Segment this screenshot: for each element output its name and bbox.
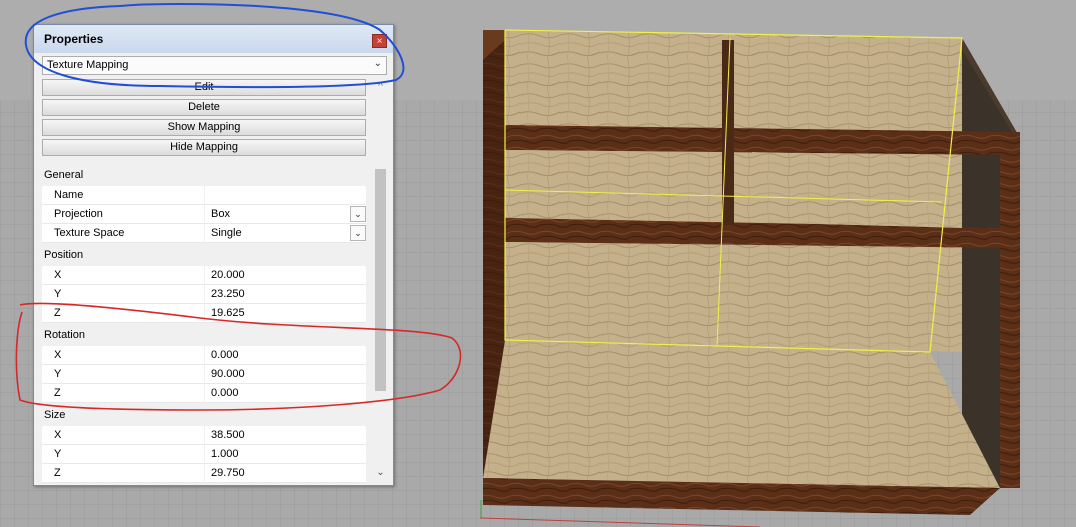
edit-button[interactable]: Edit: [42, 79, 366, 96]
property-label: Texture Space: [42, 224, 204, 243]
compartment-left: [505, 150, 722, 218]
property-label: Y: [42, 445, 204, 464]
property-label: Z: [42, 304, 204, 323]
compartment-right: [752, 152, 962, 228]
rotation-x-field[interactable]: 0.000: [205, 346, 366, 365]
panel-title: Properties: [44, 32, 104, 46]
cabinet-floor: [483, 340, 1000, 488]
property-row-rotation-z[interactable]: Z 0.000: [42, 384, 366, 403]
size-z-field[interactable]: 29.750: [205, 464, 366, 483]
texture-space-select[interactable]: Single ⌄: [205, 224, 366, 243]
chevron-down-icon: ⌄: [373, 58, 382, 69]
section-general: General: [44, 169, 84, 181]
property-row-size-x[interactable]: X 38.500: [42, 426, 366, 445]
projection-select[interactable]: Box ⌄: [205, 205, 366, 224]
rotation-y-field[interactable]: 90.000: [205, 365, 366, 384]
section-position: Position: [44, 249, 84, 261]
property-row-texture-space[interactable]: Texture Space Single ⌄: [42, 224, 366, 243]
position-z-field[interactable]: 19.625: [205, 304, 366, 323]
name-field[interactable]: [205, 186, 366, 205]
property-label: Y: [42, 285, 204, 304]
property-label: Z: [42, 384, 204, 403]
divider-dark: [722, 40, 734, 225]
projection-value: Box: [211, 208, 230, 220]
property-label: Name: [42, 186, 204, 205]
property-label: Z: [42, 464, 204, 483]
scroll-down-icon[interactable]: ⌄: [372, 467, 389, 481]
close-button[interactable]: ×: [372, 34, 387, 48]
properties-panel: Properties × Texture Mapping ⌄ Edit Dele…: [33, 24, 394, 486]
property-row-rotation-x[interactable]: X 0.000: [42, 346, 366, 365]
vertical-scrollbar[interactable]: ^ ⌄: [372, 79, 389, 483]
mode-select-value: Texture Mapping: [47, 59, 129, 71]
property-row-size-y[interactable]: Y 1.000: [42, 445, 366, 464]
section-rotation: Rotation: [44, 329, 85, 341]
property-label: Projection: [42, 205, 204, 224]
chevron-down-icon[interactable]: ⌄: [350, 206, 366, 222]
property-row-size-z[interactable]: Z 29.750: [42, 464, 366, 483]
position-x-field[interactable]: 20.000: [205, 266, 366, 285]
property-label: X: [42, 426, 204, 445]
texture-space-value: Single: [211, 227, 242, 239]
panel-titlebar[interactable]: Properties ×: [34, 25, 393, 53]
hide-mapping-button[interactable]: Hide Mapping: [42, 139, 366, 156]
property-row-position-y[interactable]: Y 23.250: [42, 285, 366, 304]
size-y-field[interactable]: 1.000: [205, 445, 366, 464]
delete-button[interactable]: Delete: [42, 99, 366, 116]
property-row-name[interactable]: Name: [42, 186, 366, 205]
rotation-z-field[interactable]: 0.000: [205, 384, 366, 403]
scroll-up-icon[interactable]: ^: [372, 81, 389, 95]
size-x-field[interactable]: 38.500: [205, 426, 366, 445]
cabinet-right-outer: [1000, 138, 1020, 488]
property-label: X: [42, 346, 204, 365]
section-size: Size: [44, 409, 66, 421]
show-mapping-button[interactable]: Show Mapping: [42, 119, 366, 136]
close-icon: ×: [376, 36, 383, 47]
chevron-down-icon[interactable]: ⌄: [350, 225, 366, 241]
properties-content: Edit Delete Show Mapping Hide Mapping Ge…: [35, 79, 373, 483]
property-row-position-z[interactable]: Z 19.625: [42, 304, 366, 323]
property-label: X: [42, 266, 204, 285]
scroll-thumb[interactable]: [375, 169, 386, 391]
property-label: Y: [42, 365, 204, 384]
property-row-rotation-y[interactable]: Y 90.000: [42, 365, 366, 384]
property-row-position-x[interactable]: X 20.000: [42, 266, 366, 285]
compartment-lower: [505, 242, 962, 350]
position-y-field[interactable]: 23.250: [205, 285, 366, 304]
mode-select[interactable]: Texture Mapping ⌄: [42, 56, 387, 75]
property-row-projection[interactable]: Projection Box ⌄: [42, 205, 366, 224]
